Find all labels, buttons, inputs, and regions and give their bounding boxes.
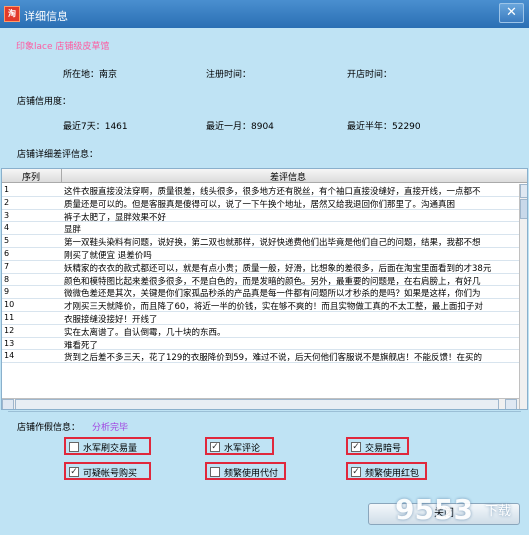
checkbox-label: 水军刷交易量 <box>83 444 138 454</box>
window-title: 详细信息 <box>24 10 68 23</box>
divider <box>8 411 521 412</box>
checkbox-label: 频繁使用代付 <box>224 469 279 479</box>
fraud-option-secret-code[interactable]: ✓ 交易暗号 <box>346 437 409 455</box>
row-index: 8 <box>4 274 10 284</box>
title-bar: 淘 详细信息 ✕ <box>0 0 529 28</box>
table-row[interactable]: 11 衣服接缝没接好！开线了 <box>2 312 520 325</box>
app-icon: 淘 <box>4 6 20 22</box>
column-header-index[interactable]: 序列 <box>22 170 40 183</box>
row-review-text: 衣服接缝没接好！开线了 <box>64 314 158 325</box>
register-time-label: 注册时间： <box>206 70 252 80</box>
scroll-up-button[interactable] <box>520 184 527 198</box>
table-row[interactable]: 5 第一双鞋头染料有问题，说好换，第二双也就那样，说好快递费他们出毕竟是他们自己的… <box>2 235 520 248</box>
row-review-text: 难看死了 <box>64 340 99 351</box>
row-review-text: 裤子太肥了，显胖效果不好 <box>64 212 167 223</box>
column-header-review[interactable]: 差评信息 <box>270 170 306 183</box>
row-index: 10 <box>4 300 15 310</box>
row-index: 6 <box>4 248 10 258</box>
row-index: 9 <box>4 287 10 297</box>
checkbox-label: 交易暗号 <box>365 444 402 454</box>
analysis-status: 分析完毕 <box>92 423 129 433</box>
row-index: 3 <box>4 210 10 220</box>
table-row[interactable]: 6 刚买了就便宜 退差价吗 <box>2 248 520 261</box>
table-row[interactable]: 3 裤子太肥了，显胖效果不好 <box>2 210 520 223</box>
checkbox[interactable]: ✓ <box>69 467 79 477</box>
table-body: 1 这件衣服直接没法穿啊，质量很差，线头很多，很多地方还有脱丝，有个袖口直接没缝好… <box>2 184 520 396</box>
credit-week: 最近7天：1461 <box>63 122 128 132</box>
checkbox[interactable] <box>210 467 220 477</box>
row-index: 11 <box>4 312 15 322</box>
row-review-text: 这件衣服直接没法穿啊，质量很差，线头很多，很多地方还有脱丝，有个袖口直接没缝好，… <box>64 187 481 197</box>
fraud-option-proxy-pay[interactable]: 频繁使用代付 <box>205 462 286 480</box>
scroll-right-button[interactable] <box>505 399 517 409</box>
table-row[interactable]: 10 才刚买三天就降价，而且降了60，将近一半的价钱，实在够不爽的！而且实物做工真… <box>2 299 520 312</box>
fraud-option-red-packet[interactable]: ✓ 频繁使用红包 <box>346 462 427 480</box>
watermark-text: 下载 <box>485 504 512 519</box>
fraud-option-suspicious-accounts[interactable]: ✓ 可疑帐号购买 <box>64 462 151 480</box>
checkbox[interactable]: ✓ <box>351 467 361 477</box>
row-index: 13 <box>4 338 15 348</box>
table-row[interactable]: 8 颜色和模特图比起来差很多很多，不是白色的，而是发暗的颜色。另外，最重要的问题是… <box>2 274 520 287</box>
row-index: 1 <box>4 185 10 194</box>
table-row[interactable]: 7 妖精家的衣衣的款式都还可以，就是有点小贵；质量一般，好滑，比想象的差很多，后面… <box>2 261 520 274</box>
scroll-thumb[interactable] <box>520 199 527 219</box>
checkbox-label: 可疑帐号购买 <box>83 469 138 479</box>
scroll-left-button[interactable] <box>2 399 14 409</box>
row-review-text: 显胖 <box>64 225 82 236</box>
fraud-section-label: 店铺作假信息： <box>17 423 81 433</box>
row-index: 12 <box>4 325 15 335</box>
window-close-button[interactable]: ✕ <box>499 3 524 23</box>
table-row[interactable]: 4 显胖 <box>2 222 520 236</box>
reviews-table: 序列 差评信息 1 这件衣服直接没法穿啊，质量很差，线头很多，很多地方还有脱丝，有… <box>1 168 528 410</box>
row-index: 2 <box>4 197 10 207</box>
fraud-option-fake-reviews[interactable]: ✓ 水军评论 <box>205 437 274 455</box>
row-review-text: 微微色差还是其次，关键是你们家孤品秒杀的产品真是每一件都有问题所以才秒杀的是吗？… <box>64 289 481 300</box>
horizontal-scroll-thumb[interactable] <box>15 399 499 409</box>
reviews-section-label: 店铺详细差评信息： <box>17 150 99 160</box>
row-index: 14 <box>4 351 15 361</box>
checkbox[interactable] <box>69 442 79 452</box>
watermark-logo: 9553 <box>395 493 473 526</box>
row-index: 7 <box>4 261 10 271</box>
table-row[interactable]: 2 质量还是可以的。但是客服真是傻得可以，说了一下午换个地址，居然又给我退回你们… <box>2 197 520 210</box>
table-row[interactable]: 9 微微色差还是其次，关键是你们家孤品秒杀的产品真是每一件都有问题所以才秒杀的是吗… <box>2 286 520 300</box>
row-index: 4 <box>4 223 10 233</box>
checkbox-label: 频繁使用红包 <box>365 469 420 479</box>
row-index: 5 <box>4 236 10 246</box>
row-review-text: 才刚买三天就降价，而且降了60，将近一半的价钱，实在够不爽的！而且实物做工真的不… <box>64 302 483 312</box>
credit-half-year: 最近半年：52290 <box>347 122 421 132</box>
row-review-text: 颜色和模特图比起来差很多很多，不是白色的，而是发暗的颜色。另外，最重要的问题是，… <box>64 276 481 287</box>
table-row[interactable]: 13 难看死了 <box>2 338 520 351</box>
table-row[interactable]: 14 货到之后差不多三天，花了129的衣服降价到59，难过不说，后天何他们客服说不… <box>2 350 520 364</box>
location-label: 所在地：南京 <box>63 70 118 80</box>
checkbox-label: 水军评论 <box>224 444 261 454</box>
checkbox[interactable]: ✓ <box>351 442 361 452</box>
credit-section-label: 店铺信用度： <box>17 97 72 107</box>
horizontal-scrollbar[interactable] <box>2 398 519 409</box>
row-review-text: 货到之后差不多三天，花了129的衣服降价到59，难过不说，后天何他们客服说不是旗… <box>64 353 483 364</box>
open-time-label: 开店时间： <box>347 70 393 80</box>
vertical-scrollbar[interactable] <box>519 184 527 409</box>
column-divider[interactable] <box>61 169 62 183</box>
table-row[interactable]: 12 实在太离谱了。自认倒霉，几十块的东西。 <box>2 325 520 338</box>
fraud-option-fake-volume[interactable]: 水军刷交易量 <box>64 437 151 455</box>
row-review-text: 妖精家的衣衣的款式都还可以，就是有点小贵；质量一般，好滑，比想象的差很多，后面在… <box>64 263 492 274</box>
row-review-text: 刚买了就便宜 退差价吗 <box>64 250 152 261</box>
checkbox[interactable]: ✓ <box>210 442 220 452</box>
row-review-text: 第一双鞋头染料有问题，说好换，第二双也就那样，说好快递费他们出毕竟是他们自己的问… <box>64 238 481 248</box>
row-review-text: 质量还是可以的。但是客服真是傻得可以，说了一下午换个地址，居然又给我退回你们那里… <box>64 199 456 210</box>
shop-name: 印象lace 店铺级皮草馆 <box>16 42 110 52</box>
row-review-text: 实在太离谱了。自认倒霉，几十块的东西。 <box>64 327 226 338</box>
table-row[interactable]: 1 这件衣服直接没法穿啊，质量很差，线头很多，很多地方还有脱丝，有个袖口直接没缝好… <box>2 184 520 197</box>
table-header: 序列 差评信息 <box>2 169 527 183</box>
credit-month: 最近一月：8904 <box>206 122 274 132</box>
